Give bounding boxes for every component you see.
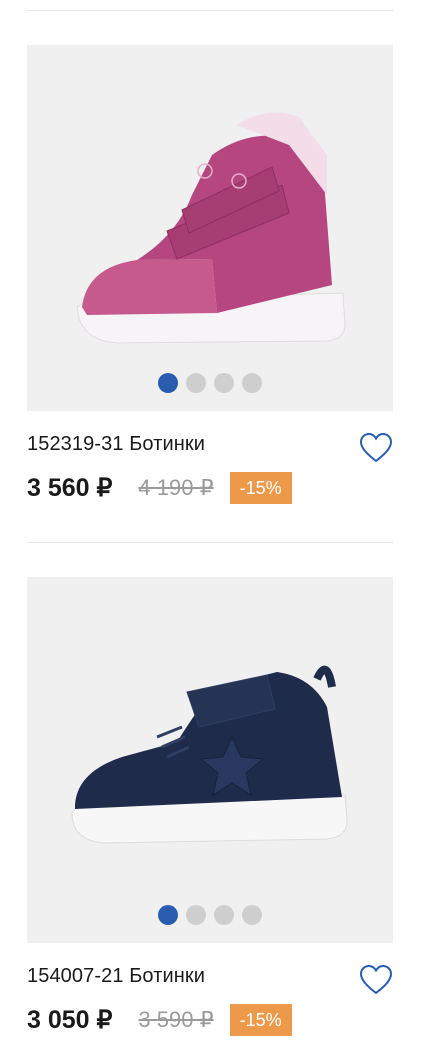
- current-price: 3 560 ₽: [27, 474, 113, 502]
- old-price: 3 590 ₽: [138, 1007, 214, 1032]
- carousel-dot-active[interactable]: [158, 905, 178, 925]
- product-card[interactable]: 152319-31 Ботинки 3 560 ₽ 4 190 ₽ -15%: [27, 45, 393, 504]
- carousel-dots[interactable]: [27, 373, 393, 393]
- product-card[interactable]: 154007-21 Ботинки 3 050 ₽ 3 590 ₽ -15%: [27, 577, 393, 1036]
- navy-sneaker-image: [27, 577, 393, 943]
- price-row: 3 560 ₽ 4 190 ₽ -15%: [27, 472, 292, 504]
- carousel-dot[interactable]: [186, 373, 206, 393]
- pink-boot-image: [27, 45, 393, 411]
- product-title[interactable]: 152319-31 Ботинки: [27, 433, 205, 456]
- top-divider: [27, 10, 393, 11]
- product-image[interactable]: [27, 577, 393, 943]
- carousel-dot[interactable]: [186, 905, 206, 925]
- carousel-dot-active[interactable]: [158, 373, 178, 393]
- carousel-dot[interactable]: [214, 373, 234, 393]
- price-row: 3 050 ₽ 3 590 ₽ -15%: [27, 1004, 292, 1036]
- card-divider: [27, 542, 393, 543]
- product-image[interactable]: [27, 45, 393, 411]
- old-price: 4 190 ₽: [138, 475, 214, 500]
- carousel-dot[interactable]: [214, 905, 234, 925]
- heart-icon[interactable]: [359, 432, 393, 464]
- product-title[interactable]: 154007-21 Ботинки: [27, 965, 205, 988]
- current-price: 3 050 ₽: [27, 1006, 113, 1034]
- discount-badge: -15%: [229, 1004, 292, 1036]
- discount-badge: -15%: [229, 472, 292, 504]
- carousel-dots[interactable]: [27, 905, 393, 925]
- carousel-dot[interactable]: [242, 373, 262, 393]
- heart-icon[interactable]: [359, 964, 393, 996]
- carousel-dot[interactable]: [242, 905, 262, 925]
